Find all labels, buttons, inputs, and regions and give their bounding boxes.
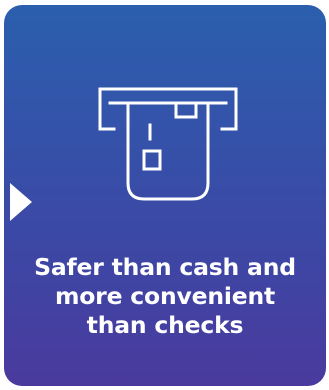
feature-card: Safer than cash and more convenient than… <box>4 5 326 386</box>
triangle-pointer-icon <box>10 183 32 221</box>
feature-caption: Safer than cash and more convenient than… <box>4 253 326 340</box>
caption-line-3: than checks <box>86 311 244 339</box>
card-in-atm-slot-icon <box>96 85 240 205</box>
caption-line-1: Safer than cash and <box>34 253 296 281</box>
caption-line-2: more convenient <box>54 282 276 310</box>
